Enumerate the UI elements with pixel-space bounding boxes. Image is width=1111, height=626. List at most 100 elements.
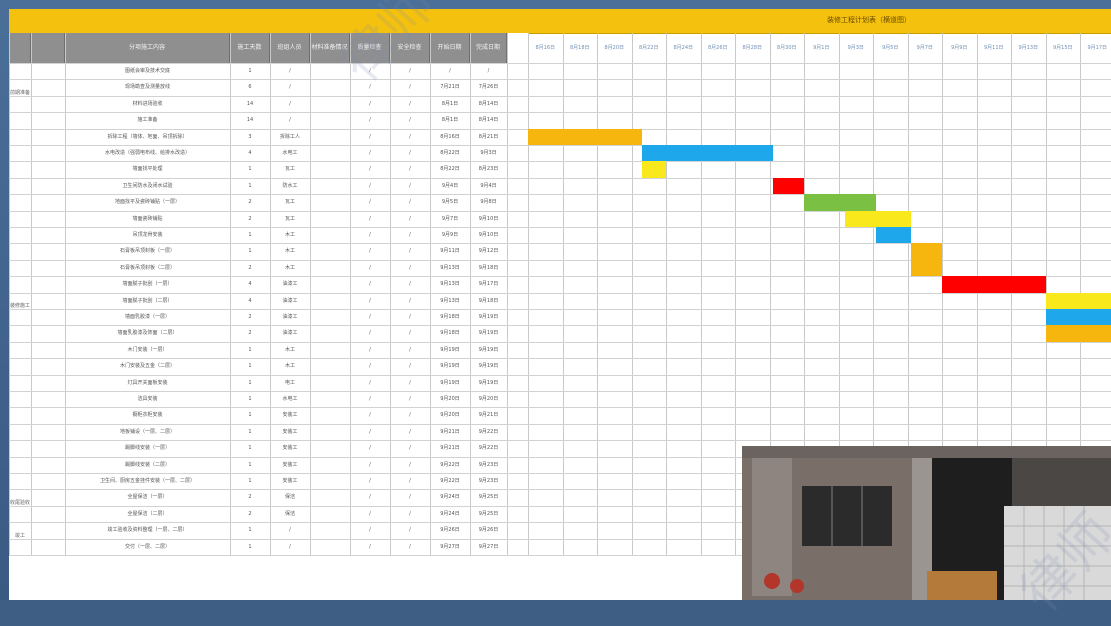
cell-q[interactable]: / xyxy=(350,358,390,374)
cell-mat[interactable] xyxy=(310,473,350,489)
cell-days[interactable]: 1 xyxy=(230,243,270,259)
cell-mat[interactable] xyxy=(310,276,350,292)
cell-s[interactable]: / xyxy=(390,260,430,276)
cell-days[interactable]: 2 xyxy=(230,194,270,210)
column-header[interactable] xyxy=(9,33,31,63)
date-header[interactable]: 8月18日 xyxy=(563,33,598,63)
cell-end[interactable]: 8月14日 xyxy=(470,96,507,112)
cell-end[interactable]: 9月10日 xyxy=(470,211,507,227)
cell-mat[interactable] xyxy=(310,506,350,522)
cell-start[interactable]: 9月26日 xyxy=(430,522,470,538)
cell-end[interactable]: / xyxy=(470,63,507,79)
gantt-bar[interactable] xyxy=(773,178,804,194)
cell-s[interactable]: / xyxy=(390,473,430,489)
cell-days[interactable]: 1 xyxy=(230,457,270,473)
cell-days[interactable]: 1 xyxy=(230,227,270,243)
cell-q[interactable]: / xyxy=(350,424,390,440)
cell-s[interactable]: / xyxy=(390,424,430,440)
cell-end[interactable]: 9月4日 xyxy=(470,178,507,194)
cell-task[interactable]: 施工准备 xyxy=(65,112,230,128)
cell-s[interactable]: / xyxy=(390,506,430,522)
cell-q[interactable]: / xyxy=(350,145,390,161)
cell-end[interactable]: 9月19日 xyxy=(470,325,507,341)
cell-s[interactable]: / xyxy=(390,522,430,538)
cell-task[interactable]: 地板铺设（一层、二层） xyxy=(65,424,230,440)
cell-mat[interactable] xyxy=(310,293,350,309)
cell-days[interactable]: 1 xyxy=(230,178,270,194)
cell-crew[interactable]: 保洁 xyxy=(270,506,310,522)
column-header[interactable]: 施工天数 xyxy=(230,33,270,63)
cell-mat[interactable] xyxy=(310,243,350,259)
cell-q[interactable]: / xyxy=(350,407,390,423)
cell-task[interactable]: 卫生间防水及闭水试验 xyxy=(65,178,230,194)
gantt-bar[interactable] xyxy=(942,276,1046,292)
date-header[interactable]: 8月28日 xyxy=(735,33,770,63)
cell-task[interactable]: 木门安装及五金（二层） xyxy=(65,358,230,374)
cell-mat[interactable] xyxy=(310,211,350,227)
cell-days[interactable]: 1 xyxy=(230,539,270,555)
cell-q[interactable]: / xyxy=(350,112,390,128)
cell-end[interactable]: 9月19日 xyxy=(470,309,507,325)
cell-start[interactable]: 9月21日 xyxy=(430,440,470,456)
cell-days[interactable]: 4 xyxy=(230,293,270,309)
cell-task[interactable]: 木门安装（一层） xyxy=(65,342,230,358)
cell-end[interactable]: 9月12日 xyxy=(470,243,507,259)
cell-start[interactable]: 9月20日 xyxy=(430,391,470,407)
gantt-bar[interactable] xyxy=(876,227,911,243)
cell-task[interactable]: 墙面乳胶漆及饰面（二层） xyxy=(65,325,230,341)
cell-s[interactable]: / xyxy=(390,539,430,555)
cell-end[interactable]: 9月25日 xyxy=(470,506,507,522)
cell-q[interactable]: / xyxy=(350,260,390,276)
cell-q[interactable]: / xyxy=(350,227,390,243)
cell-crew[interactable]: / xyxy=(270,79,310,95)
cell-days[interactable]: 2 xyxy=(230,260,270,276)
cell-mat[interactable] xyxy=(310,375,350,391)
cell-end[interactable]: 9月23日 xyxy=(470,457,507,473)
date-header[interactable]: 9月3日 xyxy=(839,33,874,63)
cell-start[interactable]: 8月1日 xyxy=(430,96,470,112)
cell-task[interactable]: 墙面腻子批刮（一层） xyxy=(65,276,230,292)
cell-mat[interactable] xyxy=(310,79,350,95)
cell-end[interactable]: 9月22日 xyxy=(470,440,507,456)
cell-mat[interactable] xyxy=(310,457,350,473)
cell-days[interactable]: 4 xyxy=(230,145,270,161)
cell-end[interactable]: 9月18日 xyxy=(470,293,507,309)
cell-mat[interactable] xyxy=(310,129,350,145)
cell-days[interactable]: 14 xyxy=(230,96,270,112)
cell-s[interactable]: / xyxy=(390,276,430,292)
cell-task[interactable]: 墙面瓷砖铺贴 xyxy=(65,211,230,227)
cell-q[interactable]: / xyxy=(350,243,390,259)
cell-mat[interactable] xyxy=(310,325,350,341)
cell-q[interactable]: / xyxy=(350,293,390,309)
cell-s[interactable]: / xyxy=(390,358,430,374)
cell-crew[interactable]: 木工 xyxy=(270,358,310,374)
column-header[interactable]: 班组人员 xyxy=(270,33,310,63)
cell-q[interactable]: / xyxy=(350,194,390,210)
cell-s[interactable]: / xyxy=(390,227,430,243)
cell-end[interactable]: 9月17日 xyxy=(470,276,507,292)
cell-start[interactable]: 9月20日 xyxy=(430,407,470,423)
cell-s[interactable]: / xyxy=(390,211,430,227)
cell-s[interactable]: / xyxy=(390,375,430,391)
cell-days[interactable]: 2 xyxy=(230,211,270,227)
cell-start[interactable]: 9月9日 xyxy=(430,227,470,243)
column-header[interactable] xyxy=(31,33,65,63)
date-header[interactable]: 9月13日 xyxy=(1011,33,1046,63)
cell-days[interactable]: 1 xyxy=(230,161,270,177)
cell-days[interactable]: 1 xyxy=(230,375,270,391)
cell-crew[interactable]: 安装工 xyxy=(270,457,310,473)
cell-start[interactable]: 9月24日 xyxy=(430,489,470,505)
cell-days[interactable]: 1 xyxy=(230,63,270,79)
cell-mat[interactable] xyxy=(310,407,350,423)
cell-task[interactable]: 全屋保洁（一层） xyxy=(65,489,230,505)
cell-start[interactable]: 9月18日 xyxy=(430,309,470,325)
cell-end[interactable]: 9月23日 xyxy=(470,473,507,489)
cell-mat[interactable] xyxy=(310,489,350,505)
date-header[interactable]: 9月15日 xyxy=(1046,33,1081,63)
cell-days[interactable]: 1 xyxy=(230,424,270,440)
cell-task[interactable]: 材料进场验收 xyxy=(65,96,230,112)
cell-task[interactable]: 墙面找平处理 xyxy=(65,161,230,177)
cell-start[interactable]: 7月21日 xyxy=(430,79,470,95)
cell-start[interactable]: 9月19日 xyxy=(430,342,470,358)
cell-days[interactable]: 1 xyxy=(230,473,270,489)
